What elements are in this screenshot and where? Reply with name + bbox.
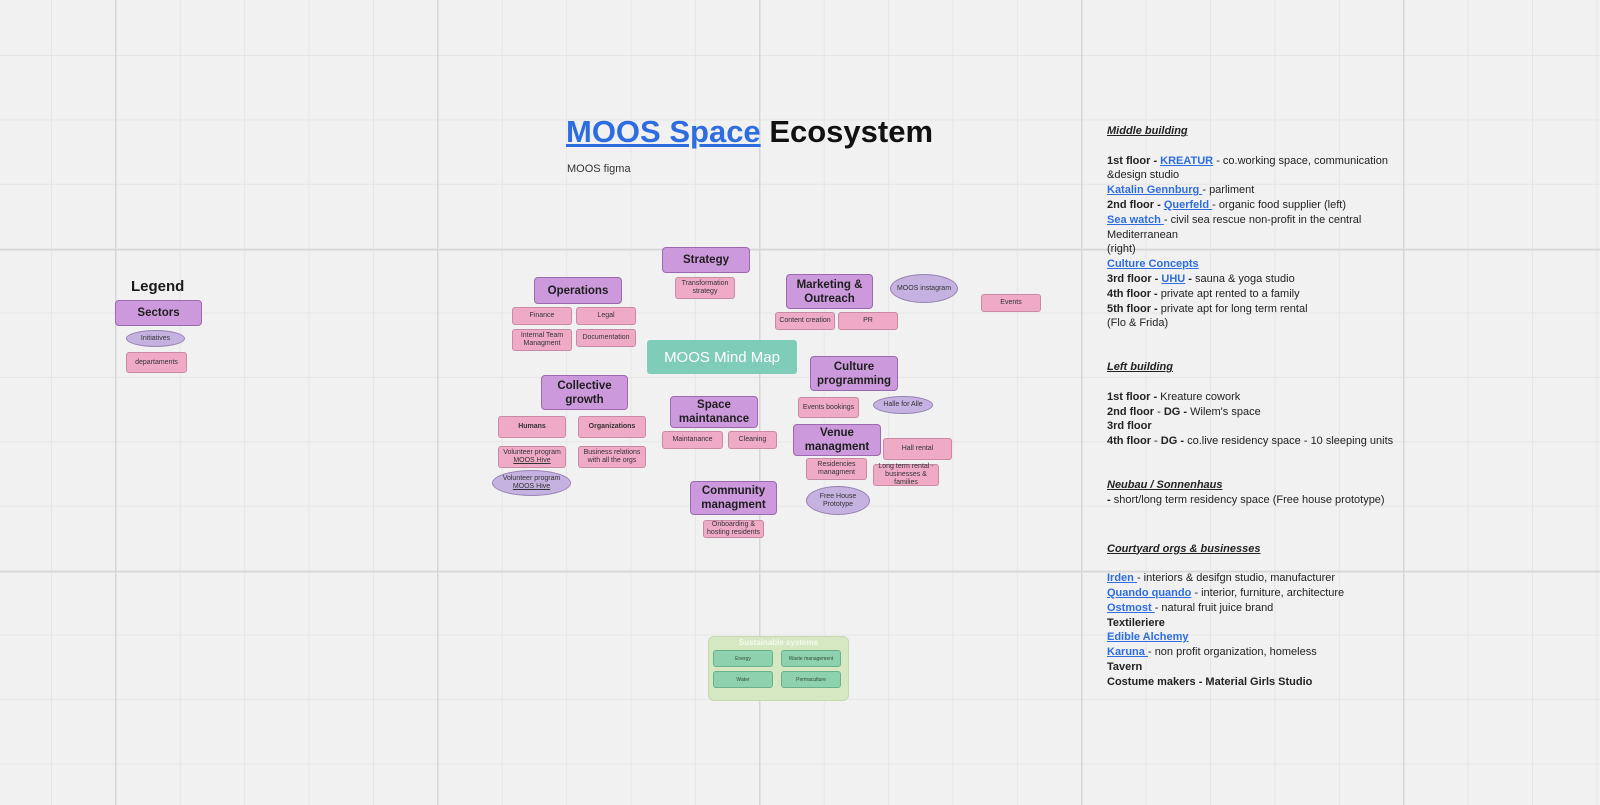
sector-marketing[interactable]: Marketing & Outreach: [786, 274, 873, 309]
dept-volunteer-program[interactable]: Volunteer program MOOS Hive: [498, 446, 566, 468]
courtyard-edible: Edible Alchemy: [1107, 630, 1407, 645]
dept-cleaning[interactable]: Cleaning: [728, 431, 777, 449]
volunteer-label: Volunteer program: [503, 449, 561, 456]
init-volunteer-program[interactable]: Volunteer program MOOS Hive: [492, 470, 571, 496]
sector-space[interactable]: Space maintanance: [670, 396, 758, 428]
sector-collective-growth[interactable]: Collective growth: [541, 375, 628, 410]
mind-map-center[interactable]: MOOS Mind Map: [647, 340, 797, 374]
karuna-link[interactable]: Karuna: [1107, 646, 1148, 658]
irden-link[interactable]: Irden: [1107, 572, 1137, 584]
dept-organizations[interactable]: Organizations: [578, 416, 646, 438]
sector-venue[interactable]: Venue managment: [793, 424, 881, 456]
sector-operations[interactable]: Operations: [534, 277, 622, 304]
middle-floor-3: 3rd floor - UHU - sauna & yoga studio: [1107, 272, 1295, 285]
left-floor-4: 4th floor - DG - co.live residency space…: [1107, 435, 1394, 448]
kreatur-link[interactable]: KREATUR: [1160, 155, 1213, 167]
sustainable-waste[interactable]: Waste management: [781, 650, 841, 667]
courtyard-costume: Costume makers - Material Girls Studio: [1107, 675, 1313, 688]
left-floor-3: 3rd floor: [1107, 420, 1152, 433]
legend-initiative[interactable]: Initiatives: [126, 330, 185, 347]
dept-maintanance[interactable]: Maintanance: [662, 431, 723, 449]
edible-alchemy-link[interactable]: Edible Alchemy: [1107, 631, 1189, 643]
sustainable-water[interactable]: Water: [713, 671, 773, 688]
courtyard-karuna: Karuna - non profit organization, homele…: [1107, 646, 1317, 659]
middle-sea-watch: Sea watch - civil sea rescue non-profit …: [1107, 213, 1362, 241]
querfeld-link[interactable]: Querfeld: [1164, 199, 1212, 211]
dept-residencies[interactable]: Residencies managment: [806, 458, 867, 480]
sector-culture[interactable]: Culture programming: [810, 356, 898, 391]
init-halle-for-alle[interactable]: Halle for Alle: [873, 396, 933, 414]
dept-long-term-rental[interactable]: Long term rental - businesses & families: [873, 463, 939, 486]
courtyard-quando: Quando quando - interior, furniture, arc…: [1107, 586, 1345, 599]
ostmost-link[interactable]: Ostmost: [1107, 602, 1155, 614]
quando-link[interactable]: Quando quando: [1107, 587, 1191, 599]
sector-strategy[interactable]: Strategy: [662, 247, 750, 273]
dept-events[interactable]: Events: [981, 294, 1041, 312]
dept-events-bookings[interactable]: Events bookings: [798, 397, 859, 418]
dept-finance[interactable]: Finance: [512, 307, 572, 325]
dept-onboarding[interactable]: Onboarding & hosting residents: [703, 520, 764, 538]
neubau-heading: Neubau / Sonnenhaus: [1107, 478, 1223, 491]
legend-department[interactable]: departaments: [126, 352, 187, 373]
dept-business-relations[interactable]: Business relations with all the orgs: [578, 446, 646, 468]
init-moos-instagram[interactable]: MOOS instagram: [890, 274, 958, 303]
sea-watch-link[interactable]: Sea watch: [1107, 214, 1164, 226]
courtyard-tavern: Tavern: [1107, 660, 1143, 673]
sustainable-energy[interactable]: Energy: [713, 650, 773, 667]
dept-content-creation[interactable]: Content creation: [775, 312, 835, 330]
left-floor-1: 1st floor - Kreature cowork: [1107, 390, 1241, 403]
dept-humans[interactable]: Humans: [498, 416, 566, 438]
courtyard-irden: Irden - interiors & desifgn studio, manu…: [1107, 572, 1336, 585]
middle-sea-watch-side: (right): [1107, 243, 1136, 256]
middle-floor-5-note: (Flo & Frida): [1107, 317, 1169, 330]
middle-floor-1: 1st floor - KREATUR - co.working space, …: [1107, 154, 1388, 182]
courtyard-ostmost: Ostmost - natural fruit juice brand: [1107, 601, 1274, 614]
middle-floor-2: 2nd floor - Querfeld - organic food supp…: [1107, 198, 1347, 211]
volunteer-link[interactable]: MOOS Hive: [513, 457, 550, 465]
sustainable-permaculture[interactable]: Permaculture: [781, 671, 841, 688]
middle-katalin: Katalin Gennburg - parliment: [1107, 184, 1255, 197]
middle-floor-4: 4th floor - private apt rented to a fami…: [1107, 287, 1300, 300]
middle-building-heading: Middle building: [1107, 125, 1188, 137]
sustainable-title: Sustainable systems: [738, 638, 819, 647]
neubau-line: - short/long term residency space (Free …: [1107, 493, 1385, 506]
init-free-house[interactable]: Free House Prototype: [806, 486, 870, 515]
dept-documentation[interactable]: Documentation: [576, 329, 636, 347]
title-rest: Ecosystem: [769, 114, 934, 149]
legend-heading: Legend: [131, 278, 185, 295]
dept-pr[interactable]: PR: [838, 312, 898, 330]
culture-concepts-link[interactable]: Culture Concepts: [1107, 258, 1199, 270]
courtyard-heading: Courtyard orgs & businesses: [1107, 542, 1261, 555]
left-floor-2: 2nd floor - DG - Wilem's space: [1107, 405, 1261, 418]
dept-transformation[interactable]: Transformation strategy: [675, 277, 735, 299]
dept-legal[interactable]: Legal: [576, 307, 636, 325]
middle-culture-concepts: Culture Concepts: [1107, 257, 1407, 272]
katalin-link[interactable]: Katalin Gennburg: [1107, 184, 1202, 196]
dept-hall-rental[interactable]: Hall rental: [883, 438, 952, 460]
left-building-heading: Left building: [1107, 361, 1173, 374]
sustainable-systems-frame[interactable]: Sustainable systems: [708, 636, 849, 701]
building-notes: Middle building 1st floor - KREATUR - co…: [1107, 124, 1407, 690]
title-link[interactable]: MOOS Space: [566, 114, 761, 149]
volunteer-label-2: Volunteer program: [502, 475, 561, 482]
page-title: MOOS Space Ecosystem: [566, 113, 933, 151]
sector-community[interactable]: Community managment: [690, 481, 777, 515]
page-subtitle[interactable]: MOOS figma: [567, 163, 631, 175]
middle-floor-5: 5th floor - private apt for long term re…: [1107, 302, 1308, 315]
courtyard-textiliere: Textileriere: [1107, 616, 1165, 629]
legend-sector[interactable]: Sectors: [115, 300, 202, 326]
uhu-link[interactable]: UHU: [1161, 273, 1185, 285]
volunteer-link-2[interactable]: MOOS Hive: [513, 483, 550, 491]
dept-internal-team[interactable]: Internal Team Managment: [512, 329, 572, 351]
